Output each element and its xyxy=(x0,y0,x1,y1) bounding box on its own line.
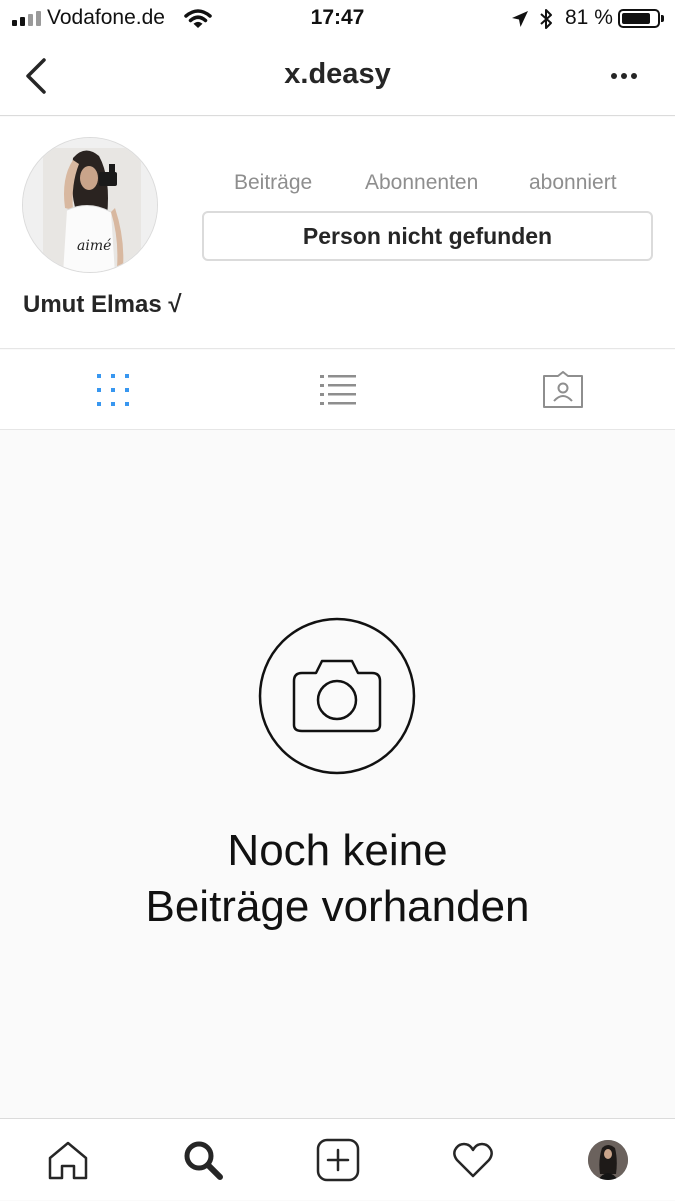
profile-header: x.deasy xyxy=(0,38,675,116)
tagged-icon xyxy=(542,371,583,408)
grid-icon xyxy=(96,374,129,406)
tab-grid[interactable] xyxy=(0,350,225,430)
nav-search[interactable] xyxy=(135,1119,270,1201)
profile-name: Umut Elmas √ xyxy=(23,291,182,318)
empty-state-line-1: Noch keine xyxy=(227,826,448,875)
home-icon xyxy=(48,1141,87,1180)
stat-label-followers[interactable]: Abonnenten xyxy=(365,171,478,195)
tab-list[interactable] xyxy=(225,350,450,430)
avatar-shirt-text: aimé xyxy=(77,238,111,254)
bottom-navigation xyxy=(0,1118,675,1200)
nav-home[interactable] xyxy=(0,1119,135,1201)
nav-new-post[interactable] xyxy=(270,1119,405,1201)
list-icon xyxy=(319,375,356,405)
camera-icon xyxy=(258,617,416,775)
tab-tagged[interactable] xyxy=(450,350,675,430)
profile-avatar-icon xyxy=(587,1140,628,1180)
stat-label-posts[interactable]: Beiträge xyxy=(234,171,312,195)
empty-state-line-2: Beiträge vorhanden xyxy=(145,882,530,931)
status-bar: Vodafone.de 17:47 81 % xyxy=(0,0,675,38)
battery-percentage: 81 % xyxy=(565,6,613,29)
more-options-icon[interactable] xyxy=(604,66,644,86)
heart-icon xyxy=(452,1142,493,1178)
page-title: x.deasy xyxy=(284,58,391,90)
add-post-icon xyxy=(316,1138,359,1182)
battery-icon xyxy=(618,9,664,28)
nav-profile[interactable] xyxy=(540,1119,675,1201)
bluetooth-icon xyxy=(540,9,552,29)
profile-view-tabs xyxy=(0,350,675,430)
search-icon xyxy=(184,1141,223,1180)
nav-activity[interactable] xyxy=(405,1119,540,1201)
profile-action-button[interactable]: Person nicht gefunden xyxy=(202,211,653,261)
stat-label-following[interactable]: abonniert xyxy=(529,171,617,195)
location-arrow-icon xyxy=(512,11,528,27)
profile-section: aimé Beiträge Abonnenten abonniert Perso… xyxy=(0,117,675,349)
avatar[interactable]: aimé xyxy=(22,137,158,273)
